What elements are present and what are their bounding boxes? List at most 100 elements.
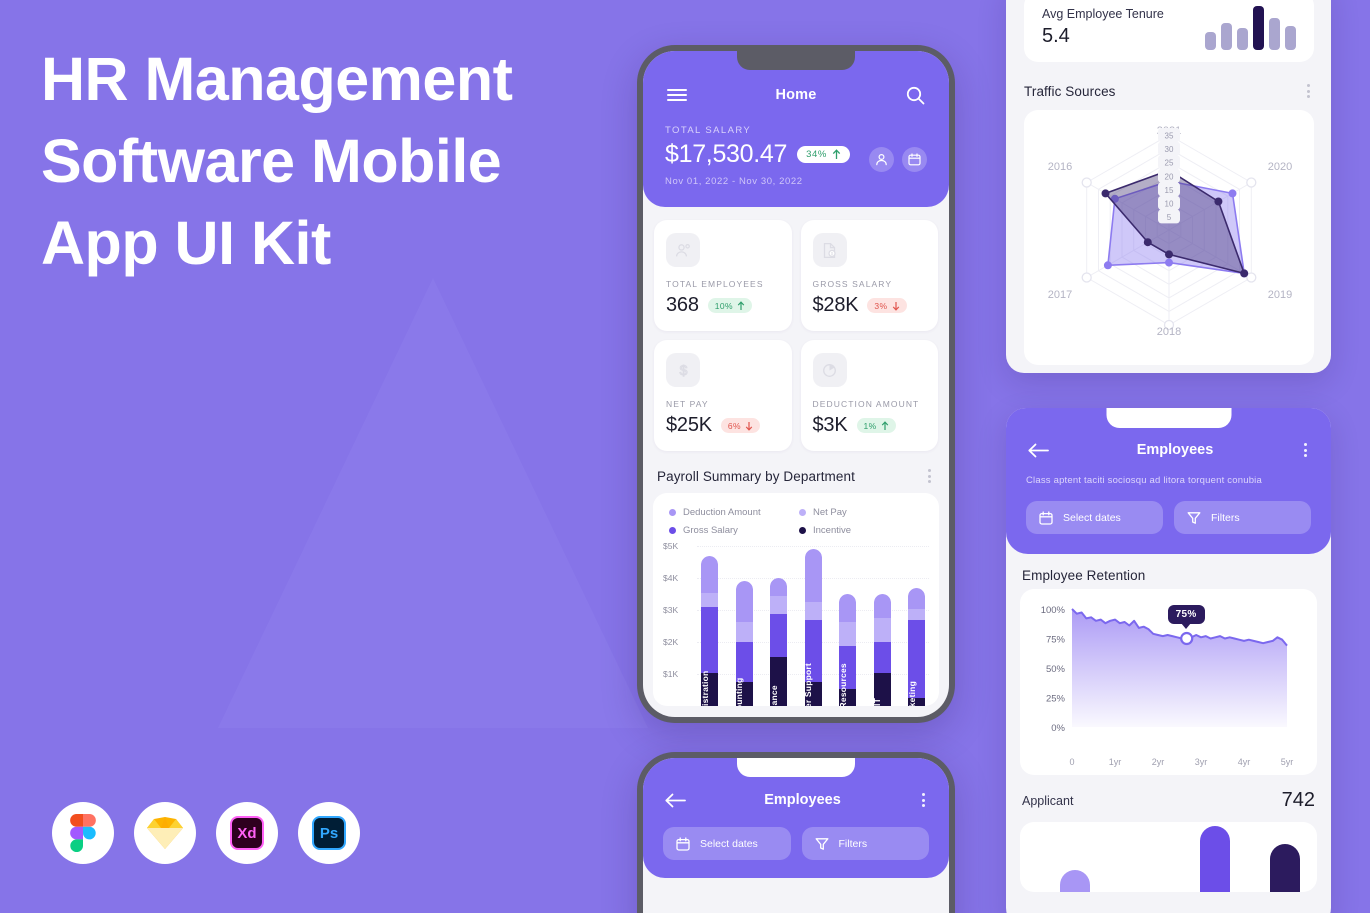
hamburger-icon[interactable]	[665, 83, 689, 107]
select-dates-button[interactable]: Select dates	[1026, 501, 1163, 534]
stat-change-badge: 3%	[867, 298, 907, 313]
stat-change-badge: 10%	[707, 298, 752, 313]
bar[interactable]: Accounting	[735, 581, 753, 706]
stat-card-total-employees[interactable]: TOTAL EMPLOYEES 368 10%	[654, 220, 792, 331]
photoshop-badge[interactable]: Ps	[298, 802, 360, 864]
bar[interactable]: Human Resources	[839, 594, 856, 706]
x-tick-label: 4yr	[1237, 757, 1251, 767]
select-dates-button[interactable]: Select dates	[663, 827, 791, 860]
legend-item: Gross Salary	[669, 525, 795, 536]
retention-chart-card: 100% 75% 50% 25% 0% 75% 0 1yr 2yr 3yr 4yr 5yr	[1020, 589, 1317, 775]
funnel-icon	[815, 837, 828, 850]
legend-label: Net Pay	[813, 507, 847, 518]
back-arrow-icon[interactable]	[1026, 438, 1050, 462]
bar-segment	[908, 587, 925, 609]
stat-value: $28K	[812, 294, 859, 316]
kebab-icon[interactable]	[1300, 441, 1311, 459]
traffic-sources-header: Traffic Sources	[1024, 82, 1314, 100]
svg-text:2016: 2016	[1048, 161, 1072, 173]
employees-title: Employees	[764, 792, 841, 808]
bar-segment	[701, 555, 718, 593]
hero-line-2: Software Mobile	[41, 127, 502, 195]
phone-employees-right-mockup: Employees Class aptent taciti sociosqu a…	[1006, 408, 1331, 913]
stat-label: TOTAL EMPLOYEES	[666, 279, 764, 289]
format-badges: Xd Ps	[52, 802, 360, 864]
search-icon[interactable]	[903, 83, 927, 107]
kebab-icon[interactable]	[1303, 82, 1314, 100]
radar-chart: 2021202020192018201720163530252015105	[1048, 125, 1292, 338]
svg-text:$: $	[679, 362, 687, 378]
person-icon[interactable]	[869, 147, 894, 172]
bar-category-label: Finance	[770, 685, 779, 706]
svg-text:2020: 2020	[1268, 161, 1292, 173]
employees-header: Employees Class aptent taciti sociosqu a…	[1006, 408, 1331, 554]
applicant-label: Applicant	[1022, 793, 1074, 808]
stat-change-value: 6%	[727, 420, 742, 431]
arrow-up-icon	[832, 149, 841, 159]
kebab-icon[interactable]	[918, 791, 929, 809]
legend-dot	[799, 527, 806, 534]
kebab-icon[interactable]	[924, 467, 935, 485]
xd-label: Xd	[237, 824, 257, 842]
stat-card-net-pay[interactable]: $ NET PAY $25K 6%	[654, 340, 792, 451]
payroll-bar-area: $5K $4K $3K $2K $1K Administration Accounting…	[663, 541, 929, 706]
payroll-chart-card: Deduction Amount Net Pay Gross Salary Incen…	[653, 493, 939, 706]
applicant-chart-card	[1020, 822, 1317, 892]
y-tick-label: $3K	[663, 605, 679, 615]
figma-icon	[70, 814, 96, 852]
legend-item: Deduction Amount	[669, 507, 795, 518]
bar-segment	[701, 597, 718, 673]
applicant-bar	[1270, 843, 1300, 892]
x-tick-label: 0	[1069, 757, 1075, 767]
bar[interactable]: Finance	[770, 578, 787, 706]
calendar-icon[interactable]	[902, 147, 927, 172]
filters-button[interactable]: Filters	[801, 827, 929, 860]
avg-tenure-card[interactable]: Avg Employee Tenure 5.4	[1024, 0, 1314, 62]
filters-button[interactable]: Filters	[1174, 501, 1311, 534]
calendar-icon	[1039, 510, 1053, 525]
retention-tooltip: 75%	[1167, 604, 1205, 624]
mini-bar	[1205, 31, 1216, 50]
hero-line-1: HR Management	[41, 45, 513, 113]
svg-text:10: 10	[1165, 199, 1174, 208]
employees-subtitle: Class aptent taciti sociosqu ad litora t…	[1026, 475, 1262, 486]
traffic-sources-title: Traffic Sources	[1024, 83, 1116, 99]
page-title: HR Management Software Mobile App UI Kit	[41, 38, 581, 284]
avg-tenure-value: 5.4	[1042, 24, 1070, 47]
svg-text:25: 25	[1165, 159, 1174, 168]
bar[interactable]: Marketing	[908, 587, 925, 706]
legend-item: Incentive	[799, 525, 925, 536]
bar-segment	[735, 581, 753, 622]
stat-change-value: 10%	[714, 300, 733, 311]
figma-badge[interactable]	[52, 802, 114, 864]
svg-text:35: 35	[1165, 132, 1174, 141]
phone-notch	[1106, 408, 1231, 428]
select-dates-label: Select dates	[700, 837, 758, 850]
svg-text:75%: 75%	[1046, 635, 1066, 646]
bar[interactable]: Administration	[701, 555, 718, 706]
home-title: Home	[775, 87, 817, 103]
retention-section-header: Employee Retention	[1006, 554, 1331, 589]
bar-category-label: Human Resources	[839, 663, 848, 706]
traffic-sources-radar-card: 2021202020192018201720163530252015105	[1024, 110, 1314, 365]
bar-category-label: IT	[873, 698, 883, 706]
x-tick-label: 5yr	[1280, 757, 1294, 767]
dollar-icon: $	[666, 353, 700, 387]
sketch-badge[interactable]	[134, 802, 196, 864]
stat-card-gross-salary[interactable]: $ GROSS SALARY $28K 3%	[800, 220, 938, 331]
svg-text:100%: 100%	[1041, 605, 1066, 616]
funnel-icon	[1187, 511, 1201, 524]
svg-text:5: 5	[1167, 213, 1172, 222]
retention-title: Employee Retention	[1022, 568, 1146, 583]
bar[interactable]: Customer Support	[804, 549, 822, 706]
bar[interactable]: IT	[873, 594, 891, 706]
xd-badge[interactable]: Xd	[216, 802, 278, 864]
stat-card-deduction-amount[interactable]: DEDUCTION AMOUNT $3K 1%	[800, 340, 938, 451]
legend-label: Gross Salary	[683, 525, 738, 536]
bar-segment	[839, 594, 856, 622]
bar-segment	[770, 578, 787, 596]
bar-category-label: Customer Support	[804, 663, 814, 706]
back-arrow-icon[interactable]	[663, 788, 687, 812]
mini-bar	[1253, 6, 1264, 50]
phone-notch	[737, 758, 855, 777]
